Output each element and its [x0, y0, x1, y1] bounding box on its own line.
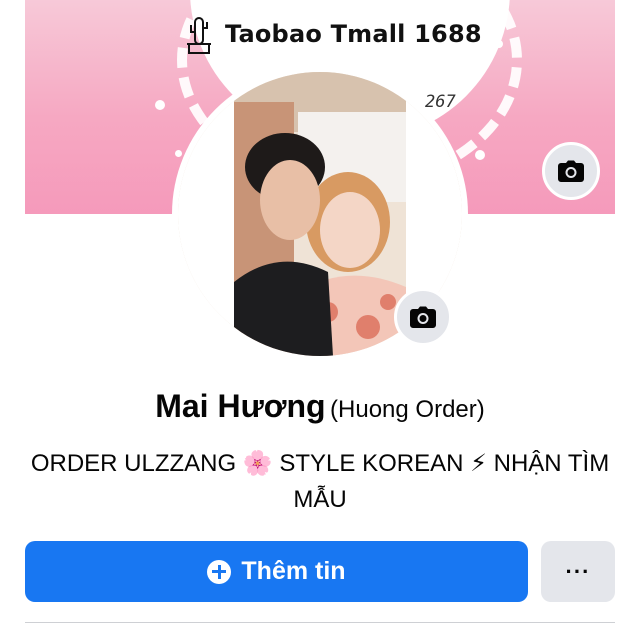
edit-cover-button[interactable] [542, 142, 600, 200]
plus-circle-icon [207, 559, 232, 584]
camera-icon [410, 306, 436, 328]
cover-brand-text: Taobao Tmall 1688 [225, 20, 482, 48]
add-story-button[interactable]: Thêm tin [25, 541, 528, 602]
more-icon: ··· [565, 558, 591, 584]
add-story-label: Thêm tin [241, 557, 346, 585]
cactus-icon [187, 17, 211, 54]
cover-brand: Taobao Tmall 1688 [185, 14, 482, 54]
profile-bio: ORDER ULZZANG 🌸 STYLE KOREAN ⚡ NHẬN TÌM … [30, 450, 610, 513]
cover-dot [475, 150, 485, 160]
profile-name-row: Mai Hương (Huong Order) [0, 388, 640, 425]
more-options-button[interactable]: ··· [541, 541, 615, 602]
edit-profile-picture-button[interactable] [394, 288, 452, 346]
divider [25, 622, 615, 623]
cover-dot [155, 100, 165, 110]
cover-phone-fragment: 267 [425, 92, 456, 112]
cover-dot [495, 40, 503, 48]
profile-name: Mai Hương [155, 388, 326, 424]
profile-alternate-name: (Huong Order) [330, 396, 485, 423]
camera-icon [558, 160, 584, 182]
cover-dot [175, 150, 182, 157]
